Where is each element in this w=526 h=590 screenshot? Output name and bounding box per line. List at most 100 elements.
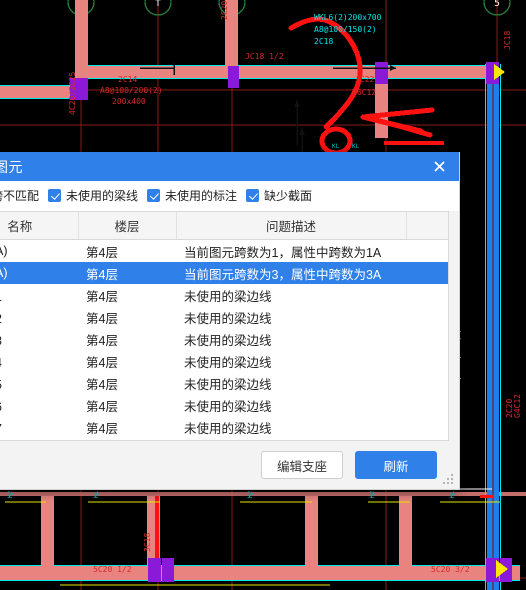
filter-checkbox-unused-beamline[interactable]: 未使用的梁线: [48, 187, 138, 204]
svg-text:T: T: [154, 0, 161, 9]
cell-floor: 第4层: [86, 377, 118, 392]
table-row[interactable]: 边线3 第4层 未使用的梁边线: [0, 328, 448, 350]
cell-extra: [406, 328, 448, 350]
issues-table-body: L2(1A) 第4层 当前图元跨数为1，属性中跨数为1A L5(3A) 第4层 …: [0, 240, 448, 438]
svg-text:A8@100/150(2): A8@100/150(2): [314, 25, 377, 34]
cell-extra: [406, 306, 448, 328]
filter-checkbox-row[interactable]: 梁跨不匹配 未使用的梁线 未使用的标注 缺少截面: [0, 181, 459, 211]
table-row[interactable]: L2(1A) 第4层 当前图元跨数为1，属性中跨数为1A: [0, 240, 448, 262]
checkbox-box[interactable]: [147, 189, 161, 202]
highlight-vertical-red: [155, 496, 159, 566]
column-header-description[interactable]: 问题描述: [176, 212, 407, 240]
cell-description: 未使用的梁边线: [184, 399, 272, 414]
cell-floor: 第4层: [86, 311, 118, 326]
filter-label: 梁跨不匹配: [0, 189, 40, 203]
table-row[interactable]: 边线4 第4层 未使用的梁边线: [0, 350, 448, 372]
cell-description: 未使用的梁边线: [184, 311, 272, 326]
svg-text:2C20+2C16: 2C20+2C16: [220, 0, 229, 20]
svg-text:5: 5: [494, 0, 500, 9]
dialog-title: 核梁图元: [0, 158, 23, 175]
cell-floor: 第4层: [78, 262, 176, 284]
table-body-scroll-area[interactable]: L2(1A) 第4层 当前图元跨数为1，属性中跨数为1A L5(3A) 第4层 …: [0, 240, 448, 440]
svg-text:3C18: 3C18: [143, 533, 152, 552]
svg-text:JC18 1/2: JC18 1/2: [245, 52, 284, 61]
table-row[interactable]: 边线7 第4层 未使用的梁边线: [0, 416, 448, 438]
cell-floor: 第4层: [86, 421, 118, 436]
svg-text:JC22: JC22: [355, 75, 374, 84]
markup-stub: [384, 141, 444, 145]
refresh-button[interactable]: 刷新: [355, 451, 437, 479]
svg-text:A8@100/200(2): A8@100/200(2): [100, 86, 163, 95]
table-row[interactable]: 边线5 第4层 未使用的梁边线: [0, 372, 448, 394]
svg-text:G4C12: G4C12: [513, 394, 522, 418]
dialog-titlebar[interactable]: 核梁图元: [0, 152, 459, 181]
cell-floor: 第4层: [86, 399, 118, 414]
filter-checkbox-unused-annotation[interactable]: 未使用的标注: [147, 187, 237, 204]
filter-label: 缺少截面: [264, 189, 313, 203]
cell-name: 边线4: [0, 350, 78, 372]
cell-description: 当前图元跨数为3，属性中跨数为3A: [176, 262, 406, 284]
cell-description: 当前图元跨数为1，属性中跨数为1A: [184, 245, 382, 260]
issues-table-body-table: L2(1A) 第4层 当前图元跨数为1，属性中跨数为1A L5(3A) 第4层 …: [0, 240, 448, 438]
dialog-footer: 编辑支座 刷新: [0, 441, 459, 489]
filter-checkbox-missing-section[interactable]: 缺少截面: [246, 187, 312, 204]
table-row[interactable]: 边线2 第4层 未使用的梁边线: [0, 306, 448, 328]
cell-floor: 第4层: [86, 355, 118, 370]
cell-name: 边线5: [0, 372, 78, 394]
cell-description: 未使用的梁边线: [184, 355, 272, 370]
svg-text:2C14: 2C14: [118, 75, 137, 84]
cell-name: L5(3A): [0, 262, 78, 284]
cell-name: L2(1A): [0, 244, 8, 258]
svg-text:KL: KL: [332, 143, 340, 150]
close-icon[interactable]: [419, 152, 459, 181]
svg-text:KL: KL: [449, 490, 456, 498]
cell-extra: [406, 262, 448, 284]
svg-text:K2: K2: [247, 490, 254, 498]
cell-extra: [406, 394, 448, 416]
svg-text:K2: K2: [7, 490, 14, 498]
filter-label: 未使用的标注: [165, 189, 238, 203]
cell-description: 未使用的梁边线: [184, 377, 272, 392]
svg-text:KL: KL: [93, 490, 100, 498]
cell-name: 边线3: [0, 328, 78, 350]
check-beam-elements-dialog[interactable]: 核梁图元 梁跨不匹配 未使用的梁线 未使用的标注: [0, 152, 460, 490]
column-header-name[interactable]: 名称: [0, 212, 79, 240]
svg-text:K2: K2: [369, 490, 376, 498]
filter-checkbox-span-mismatch[interactable]: 梁跨不匹配: [0, 187, 39, 204]
table-row[interactable]: 边线1 第4层 未使用的梁边线: [0, 284, 448, 306]
svg-text:4C20/2C25: 4C20/2C25: [68, 71, 77, 115]
issues-table-container[interactable]: 名称 楼层 问题描述 L2(1A) 第4层: [0, 211, 449, 441]
cell-floor: 第4层: [86, 245, 118, 260]
svg-text:2C18: 2C18: [314, 37, 333, 46]
cell-extra: [406, 372, 448, 394]
column-header-floor[interactable]: 楼层: [78, 212, 177, 240]
cell-extra: [406, 240, 448, 262]
table-header-row: 名称 楼层 问题描述: [0, 212, 448, 240]
table-row[interactable]: L5(3A) 第4层 当前图元跨数为3，属性中跨数为3A: [0, 262, 448, 284]
cell-description: 未使用的梁边线: [184, 289, 272, 304]
cell-extra: [406, 350, 448, 372]
cell-floor: 第4层: [86, 333, 118, 348]
svg-text:5C20 3/2: 5C20 3/2: [431, 565, 470, 574]
table-row[interactable]: 边线6 第4层 未使用的梁边线: [0, 394, 448, 416]
resize-grip[interactable]: [443, 474, 455, 486]
svg-text:200x400: 200x400: [112, 97, 146, 106]
cell-name: 边线7: [0, 416, 78, 438]
edit-support-button[interactable]: 编辑支座: [261, 451, 343, 479]
cell-name: 边线1: [0, 284, 78, 306]
column-header-extra[interactable]: [406, 212, 448, 240]
svg-text:5C20 1/2: 5C20 1/2: [93, 565, 132, 574]
cell-name: 边线2: [0, 306, 78, 328]
cell-extra: [406, 284, 448, 306]
cell-floor: 第4层: [86, 289, 118, 304]
svg-text:JC18: JC18: [503, 31, 512, 50]
svg-text:KL: KL: [352, 143, 360, 150]
cell-name: 边线6: [0, 394, 78, 416]
cell-extra: [406, 416, 448, 438]
filter-label: 未使用的梁线: [66, 189, 139, 203]
svg-text:WKL6(2)200x700: WKL6(2)200x700: [314, 13, 382, 22]
checkbox-box[interactable]: [48, 189, 62, 202]
checkbox-box[interactable]: [246, 189, 260, 202]
cell-description: 未使用的梁边线: [184, 421, 272, 436]
svg-text:N6C12: N6C12: [352, 88, 376, 97]
